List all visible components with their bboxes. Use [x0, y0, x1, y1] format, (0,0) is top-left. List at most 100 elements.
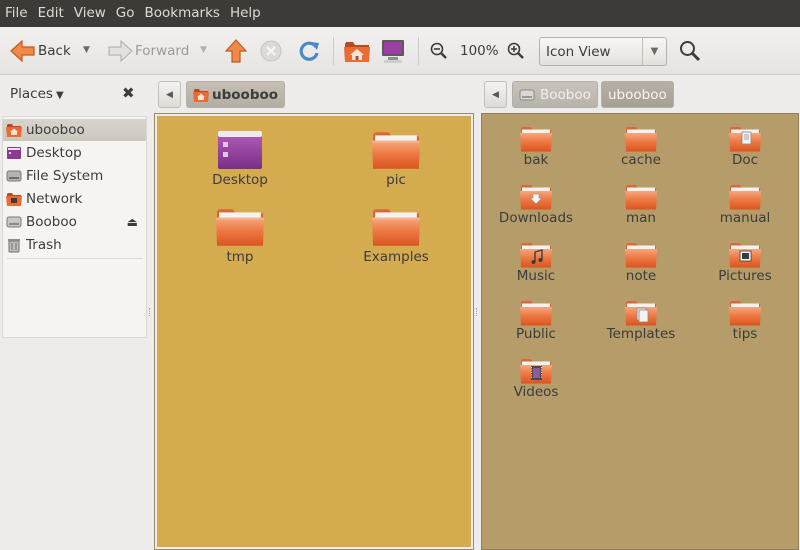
home-folder-icon: [193, 88, 209, 102]
file-item-pictures[interactable]: Pictures: [707, 242, 783, 284]
file-item-label: bak: [523, 152, 549, 168]
back-button[interactable]: Back: [10, 39, 71, 63]
file-item-cache[interactable]: cache: [603, 126, 679, 168]
sidebar-splitter-handle[interactable]: [149, 308, 151, 316]
desktop-icon: [7, 147, 21, 159]
file-item-bak[interactable]: bak: [498, 126, 574, 168]
file-item-tmp[interactable]: tmp: [195, 207, 285, 265]
stop-icon[interactable]: [260, 40, 282, 62]
home-folder-icon: [6, 124, 22, 137]
search-icon[interactable]: [679, 40, 701, 62]
computer-icon[interactable]: [380, 38, 406, 64]
folder-icon: [520, 300, 552, 326]
sidebar-item-label: File System: [26, 168, 104, 184]
breadcrumb-label: ubooboo: [608, 86, 667, 103]
left-pane-pathbar: ◀ ubooboo: [152, 76, 475, 113]
zoom-out-icon[interactable]: [430, 42, 448, 60]
drive-icon: [6, 170, 22, 182]
folder-icon: [625, 242, 657, 268]
sidebar: Places ▼ ✖ ubooboo Desktop File System Ne…: [0, 76, 150, 550]
file-item-templates[interactable]: Templates: [603, 300, 679, 342]
back-label: Back: [38, 43, 71, 59]
file-item-label: Downloads: [498, 210, 574, 226]
folder-icon: [216, 207, 264, 247]
documents-folder-icon: [729, 126, 761, 152]
chevron-down-icon: ▼: [55, 90, 64, 101]
folder-icon: [625, 184, 657, 210]
removable-drive-icon: [6, 216, 22, 228]
close-sidebar-icon[interactable]: ✖: [122, 84, 135, 102]
file-item-doc[interactable]: Doc: [707, 126, 783, 168]
downloads-folder-icon: [520, 184, 552, 210]
up-arrow-icon[interactable]: [225, 39, 247, 63]
toolbar: Back ▼ Forward ▼ 100% Icon View ▼: [0, 27, 800, 75]
sidebar-item-label: Network: [26, 191, 83, 207]
folder-icon: [520, 126, 552, 152]
file-item-tips[interactable]: tips: [707, 300, 783, 342]
sidebar-item-booboo[interactable]: Booboo ⏏: [3, 211, 146, 233]
breadcrumb-label: ubooboo: [212, 86, 279, 103]
sidebar-item-file-system[interactable]: File System: [3, 165, 146, 187]
sidebar-item-desktop[interactable]: Desktop: [3, 142, 146, 164]
file-item-label: cache: [621, 152, 661, 168]
places-label: Places: [10, 86, 53, 102]
music-folder-icon: [520, 242, 552, 268]
sidebar-item-network[interactable]: Network: [3, 188, 146, 210]
pane-splitter-handle[interactable]: [476, 308, 478, 316]
file-item-label: Examples: [363, 249, 429, 265]
breadcrumb-booboo[interactable]: Booboo: [512, 81, 598, 108]
forward-button[interactable]: Forward: [107, 39, 189, 63]
folder-icon: [372, 207, 420, 247]
folder-icon: [729, 184, 761, 210]
file-item-label: Desktop: [212, 172, 268, 188]
sidebar-item-trash[interactable]: Trash: [3, 234, 146, 256]
file-item-man[interactable]: man: [603, 184, 679, 226]
pathbar-scroll-left-button[interactable]: ◀: [484, 81, 507, 108]
places-selector[interactable]: Places ▼: [10, 86, 64, 102]
file-item-label: Music: [516, 268, 556, 284]
file-item-videos[interactable]: Videos: [498, 358, 574, 400]
menu-bookmarks[interactable]: Bookmarks: [140, 0, 225, 27]
pathbar-scroll-left-button[interactable]: ◀: [158, 81, 181, 108]
left-pane-view: Desktop pic tmp Examples: [154, 113, 474, 550]
forward-history-dropdown-icon[interactable]: ▼: [200, 45, 207, 55]
folder-icon: [729, 300, 761, 326]
toolbar-separator: [333, 37, 334, 65]
menu-file[interactable]: File: [0, 0, 33, 27]
eject-icon[interactable]: ⏏: [127, 215, 138, 229]
menu-edit[interactable]: Edit: [33, 0, 69, 27]
right-pane-pathbar: ◀ Booboo ubooboo: [478, 76, 800, 113]
breadcrumb-ubooboo[interactable]: ubooboo: [186, 81, 286, 108]
file-item-examples[interactable]: Examples: [351, 207, 441, 265]
forward-arrow-icon: [108, 39, 133, 63]
menu-go[interactable]: Go: [111, 0, 140, 27]
network-icon: [6, 193, 22, 206]
file-item-music[interactable]: Music: [498, 242, 574, 284]
back-history-dropdown-icon[interactable]: ▼: [83, 45, 90, 55]
desktop-folder-icon: [218, 131, 262, 169]
file-item-note[interactable]: note: [603, 242, 679, 284]
file-item-pic[interactable]: pic: [351, 130, 441, 188]
menu-help[interactable]: Help: [225, 0, 266, 27]
home-folder-icon[interactable]: [344, 39, 370, 63]
view-mode-value: Icon View: [546, 43, 611, 60]
sidebar-item-label: ubooboo: [26, 122, 85, 138]
file-item-manual[interactable]: manual: [707, 184, 783, 226]
file-item-label: tips: [732, 326, 758, 342]
file-item-public[interactable]: Public: [498, 300, 574, 342]
videos-folder-icon: [520, 358, 552, 384]
file-item-downloads[interactable]: Downloads: [498, 184, 574, 226]
file-item-label: note: [625, 268, 657, 284]
view-mode-select[interactable]: Icon View ▼: [539, 37, 667, 66]
back-arrow-icon: [10, 39, 35, 63]
reload-icon[interactable]: [297, 39, 321, 63]
breadcrumb-ubooboo[interactable]: ubooboo: [601, 81, 674, 108]
right-pane-view: bak cache Doc Downloads man manual Music…: [481, 113, 799, 550]
zoom-in-icon[interactable]: [507, 42, 525, 60]
folder-icon: [625, 126, 657, 152]
sidebar-item-ubooboo[interactable]: ubooboo: [3, 119, 146, 141]
file-item-desktop[interactable]: Desktop: [195, 130, 285, 188]
toolbar-separator: [418, 37, 419, 65]
menu-view[interactable]: View: [69, 0, 111, 27]
templates-folder-icon: [625, 300, 657, 326]
